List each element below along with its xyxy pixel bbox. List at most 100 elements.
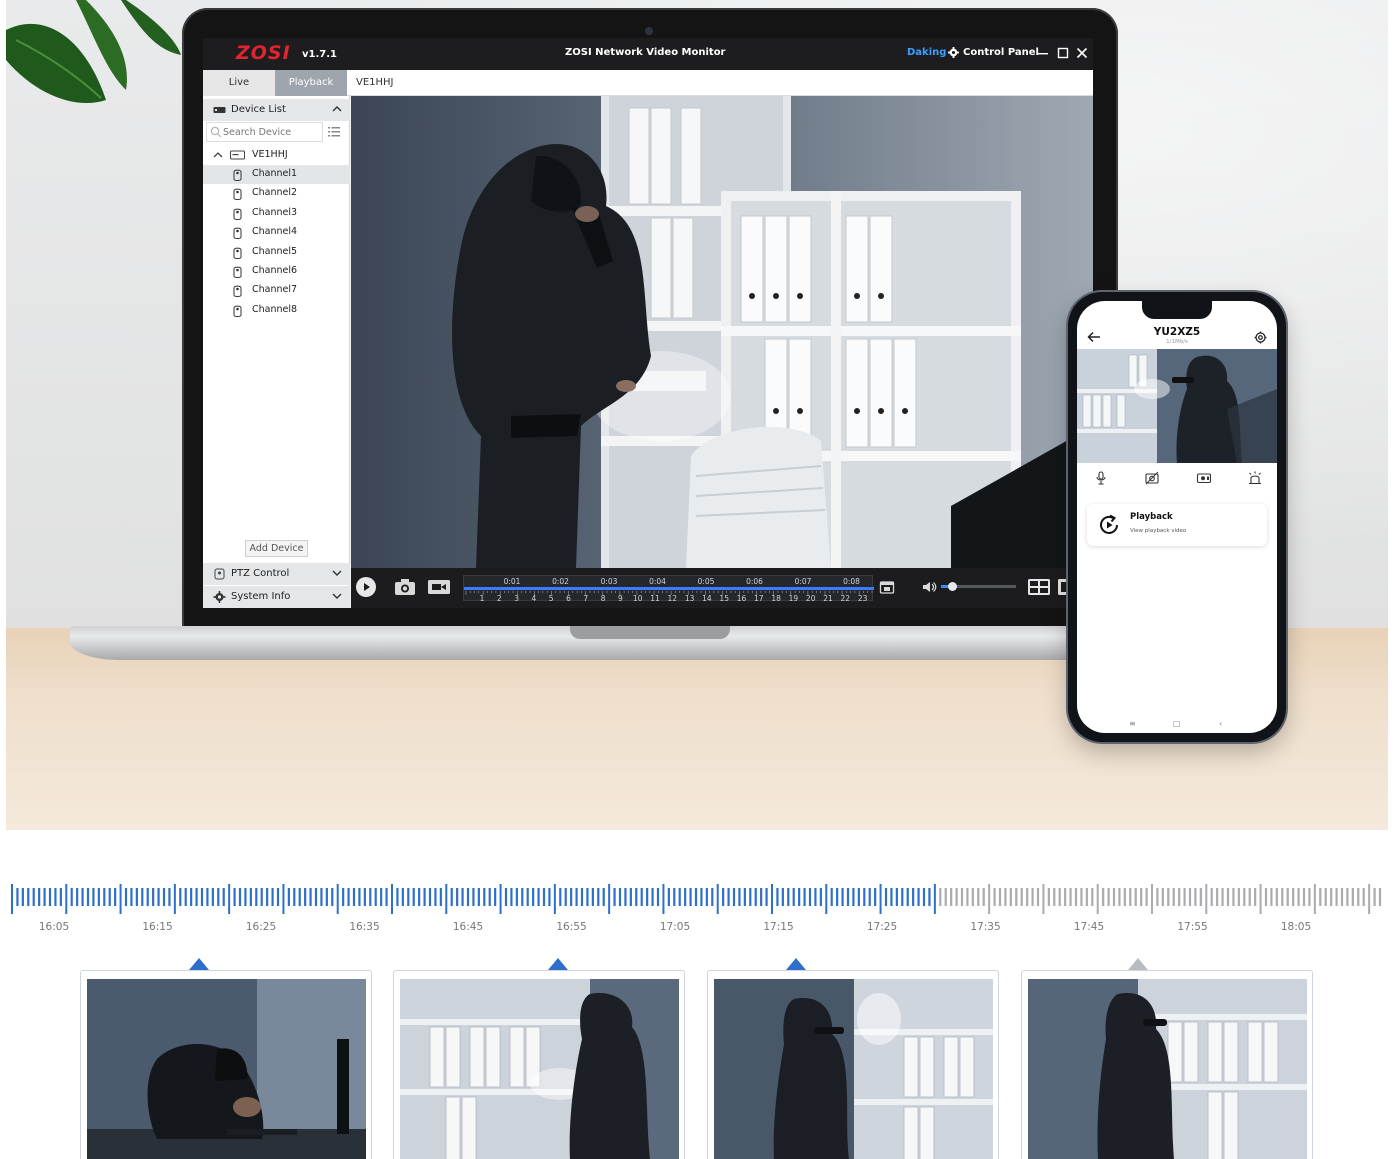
hour-tick-label: 8 bbox=[601, 594, 606, 602]
minute-tick-label: 0:05 bbox=[698, 577, 715, 586]
channel-item[interactable]: Channel3 bbox=[203, 204, 350, 223]
menu-nav-icon[interactable]: ≡ bbox=[1129, 719, 1136, 728]
snapshot-icon[interactable] bbox=[1144, 471, 1160, 485]
volume-icon[interactable] bbox=[921, 579, 937, 595]
playback-card-title: Playback bbox=[1130, 512, 1173, 522]
thumbnail-pointer-3 bbox=[786, 958, 806, 970]
sidebar: Device List VE1HHJ Channel1 Channel2 Chann… bbox=[203, 96, 350, 608]
hour-tick-label: 16 bbox=[737, 594, 747, 602]
channel-item[interactable]: Channel8 bbox=[203, 301, 350, 320]
timeline-time-label: 17:35 bbox=[970, 921, 1001, 933]
event-thumbnail[interactable] bbox=[707, 970, 999, 1159]
channel-label: Channel6 bbox=[252, 265, 298, 276]
play-icon bbox=[364, 583, 370, 591]
list-view-icon[interactable] bbox=[327, 125, 341, 139]
channel-item[interactable]: Channel7 bbox=[203, 281, 350, 300]
playback-card[interactable]: Playback View playback video bbox=[1087, 504, 1267, 546]
back-nav-icon[interactable]: ‹ bbox=[1219, 719, 1222, 728]
hour-tick-label: 7 bbox=[583, 594, 588, 602]
timeline-time-label: 16:25 bbox=[245, 921, 277, 933]
chevron-up-icon bbox=[213, 152, 223, 158]
playback-icon bbox=[1100, 514, 1118, 534]
playback-timeline[interactable]: 0:01 0:02 0:03 0:04 0:05 0:06 0:07 0:08 1 2 3 4 5 6 7 8… bbox=[463, 575, 874, 603]
minute-tick-label: 0:08 bbox=[843, 577, 860, 586]
tab-playback[interactable]: Playback bbox=[275, 70, 347, 96]
channel-item[interactable]: Channel4 bbox=[203, 223, 350, 242]
hour-tick-label: 15 bbox=[719, 594, 729, 602]
hour-tick-label: 17 bbox=[754, 594, 764, 602]
hour-tick-label: 2 bbox=[497, 594, 502, 602]
minute-tick-label: 0:06 bbox=[746, 577, 763, 586]
phone-notch bbox=[1142, 301, 1212, 319]
ptz-control-header[interactable]: PTZ Control bbox=[203, 563, 350, 585]
camera-channel-icon bbox=[233, 189, 242, 201]
channel-label: Channel1 bbox=[252, 168, 298, 179]
channel-item[interactable]: Channel6 bbox=[203, 262, 350, 281]
channel-label: Channel3 bbox=[252, 206, 298, 218]
channel-label: Channel7 bbox=[252, 284, 298, 296]
search-device-input[interactable] bbox=[223, 125, 321, 139]
event-thumbnail[interactable] bbox=[80, 970, 372, 1159]
mobile-video-feed[interactable] bbox=[1077, 349, 1277, 463]
plant-leaf bbox=[6, 0, 181, 104]
camera-icon bbox=[214, 568, 225, 580]
record-video-icon[interactable] bbox=[427, 578, 451, 596]
home-nav-icon[interactable]: □ bbox=[1173, 719, 1181, 728]
system-info-header[interactable]: System Info bbox=[203, 586, 350, 608]
snapshot-camera-icon[interactable] bbox=[394, 577, 416, 597]
camera-channel-icon bbox=[233, 266, 242, 278]
device-tree-root[interactable]: VE1HHJ bbox=[203, 146, 350, 165]
event-thumbnail[interactable] bbox=[393, 970, 685, 1159]
hour-tick-label: 23 bbox=[858, 594, 868, 602]
playback-control-bar: 0:01 0:02 0:03 0:04 0:05 0:06 0:07 0:08 1 2 3 4 5 6 7 8… bbox=[351, 568, 1093, 608]
thumbnail-image bbox=[400, 979, 679, 1159]
add-device-button[interactable]: Add Device bbox=[245, 540, 308, 557]
hour-tick-label: 3 bbox=[514, 594, 519, 602]
control-panel-button[interactable]: Control Panel bbox=[963, 47, 1039, 58]
camera-channel-icon bbox=[233, 286, 242, 298]
gear-icon[interactable] bbox=[1254, 331, 1267, 344]
minimize-icon[interactable] bbox=[1036, 45, 1050, 61]
calendar-icon[interactable] bbox=[879, 579, 895, 595]
hour-tick-label: 18 bbox=[771, 594, 781, 602]
timeline-time-label: 18:05 bbox=[1280, 921, 1312, 933]
chevron-down-icon bbox=[332, 593, 342, 599]
play-button[interactable] bbox=[356, 577, 376, 597]
timeline-time-label: 16:05 bbox=[38, 921, 70, 933]
video-feed[interactable] bbox=[351, 96, 1093, 568]
microphone-icon[interactable] bbox=[1093, 471, 1109, 485]
channel-label: Channel4 bbox=[252, 226, 298, 238]
hour-tick-label: 9 bbox=[618, 594, 623, 602]
maximize-icon[interactable] bbox=[1056, 45, 1070, 61]
volume-slider[interactable] bbox=[941, 582, 1016, 591]
split-screen-icon[interactable] bbox=[1027, 577, 1051, 597]
thumbnail-image bbox=[1028, 979, 1307, 1159]
thumbnail-pointer-4 bbox=[1128, 958, 1148, 970]
app-window: ZOSI v1.7.1 ZOSI Network Video Monitor D… bbox=[203, 38, 1093, 608]
timeline-time-label: 16:55 bbox=[556, 921, 587, 933]
camera-channel-icon bbox=[233, 247, 242, 259]
hour-tick-label: 14 bbox=[702, 594, 712, 602]
camera-channel-icon bbox=[233, 169, 242, 181]
channel-item[interactable]: Channel5 bbox=[203, 243, 350, 262]
ptz-control-label: PTZ Control bbox=[231, 568, 290, 579]
recording-timeline[interactable] bbox=[0, 870, 1394, 950]
gear-icon bbox=[213, 591, 226, 603]
event-thumbnail[interactable] bbox=[1021, 970, 1313, 1159]
user-name-link[interactable]: Daking bbox=[907, 47, 946, 58]
volume-slider-handle[interactable] bbox=[948, 582, 958, 591]
record-icon[interactable] bbox=[1196, 471, 1212, 485]
playback-card-subtitle: View playback video bbox=[1130, 528, 1187, 534]
alarm-siren-icon[interactable] bbox=[1247, 471, 1263, 485]
tab-live[interactable]: Live bbox=[203, 70, 275, 96]
mobile-app-screen: YU2XZ5 1/1Mb/s Playback View playback vi… bbox=[1077, 301, 1277, 733]
thumbnail-pointer-1 bbox=[189, 958, 209, 970]
timeline-time-label: 16:45 bbox=[452, 921, 484, 933]
device-list-header[interactable]: Device List bbox=[203, 99, 350, 121]
channel-item[interactable]: Channel1 bbox=[203, 165, 350, 184]
hour-tick-label: 19 bbox=[789, 594, 799, 602]
close-icon[interactable] bbox=[1075, 45, 1089, 61]
hour-tick-label: 5 bbox=[549, 594, 554, 602]
dvr-icon bbox=[230, 150, 245, 160]
channel-item[interactable]: Channel2 bbox=[203, 184, 350, 203]
